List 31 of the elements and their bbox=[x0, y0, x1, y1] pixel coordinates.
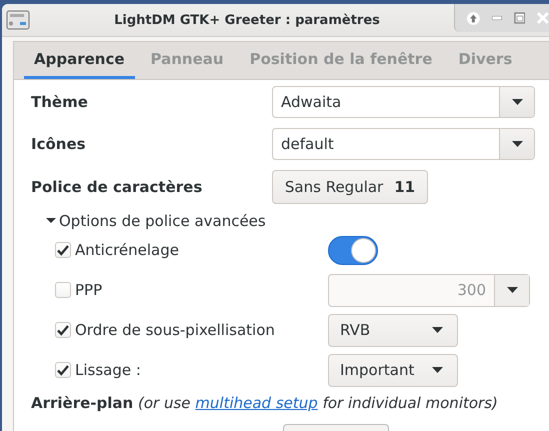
option-label: Ordre de sous-pixellisation bbox=[75, 321, 275, 339]
advanced-options-expander[interactable]: Options de police avancées bbox=[45, 212, 549, 230]
combo-box[interactable]: default bbox=[272, 128, 535, 160]
checkbox[interactable] bbox=[55, 362, 71, 378]
setting-label: Police de caractères bbox=[31, 178, 204, 196]
font-button[interactable]: Sans Regular 11 bbox=[272, 170, 428, 204]
window-title: LightDM GTK+ Greeter : paramètres bbox=[113, 12, 381, 28]
dropdown-button[interactable]: RVB bbox=[328, 314, 458, 346]
maximize-icon[interactable] bbox=[514, 12, 526, 24]
caret-icon bbox=[506, 287, 518, 293]
tab[interactable]: Apparence bbox=[24, 42, 135, 79]
computer-icon bbox=[6, 9, 30, 31]
arrow-up-icon[interactable] bbox=[467, 12, 480, 24]
minimize-icon[interactable] bbox=[492, 16, 502, 20]
background-heading: Arrière-plan (or use multihead setup for individual monitors) bbox=[31, 394, 499, 412]
dropdown-button[interactable]: Important bbox=[328, 354, 458, 386]
combo-box[interactable]: Adwaita bbox=[272, 86, 535, 118]
checkbox[interactable] bbox=[55, 242, 71, 258]
caret-icon bbox=[512, 141, 522, 147]
setting-label: Icônes bbox=[31, 135, 87, 153]
setting-label: Thème bbox=[31, 93, 89, 111]
toggle-switch[interactable] bbox=[328, 236, 378, 264]
multihead-setup-link[interactable]: multihead setup bbox=[195, 394, 318, 412]
checkbox[interactable] bbox=[55, 322, 71, 338]
option-label: Anticrénelage bbox=[75, 241, 179, 259]
option-label: Lissage : bbox=[75, 361, 141, 379]
caret-icon bbox=[432, 327, 443, 333]
caret-icon bbox=[512, 99, 522, 105]
caret-icon bbox=[432, 367, 443, 373]
option-label: PPP bbox=[75, 281, 102, 299]
checkbox[interactable] bbox=[55, 282, 71, 298]
